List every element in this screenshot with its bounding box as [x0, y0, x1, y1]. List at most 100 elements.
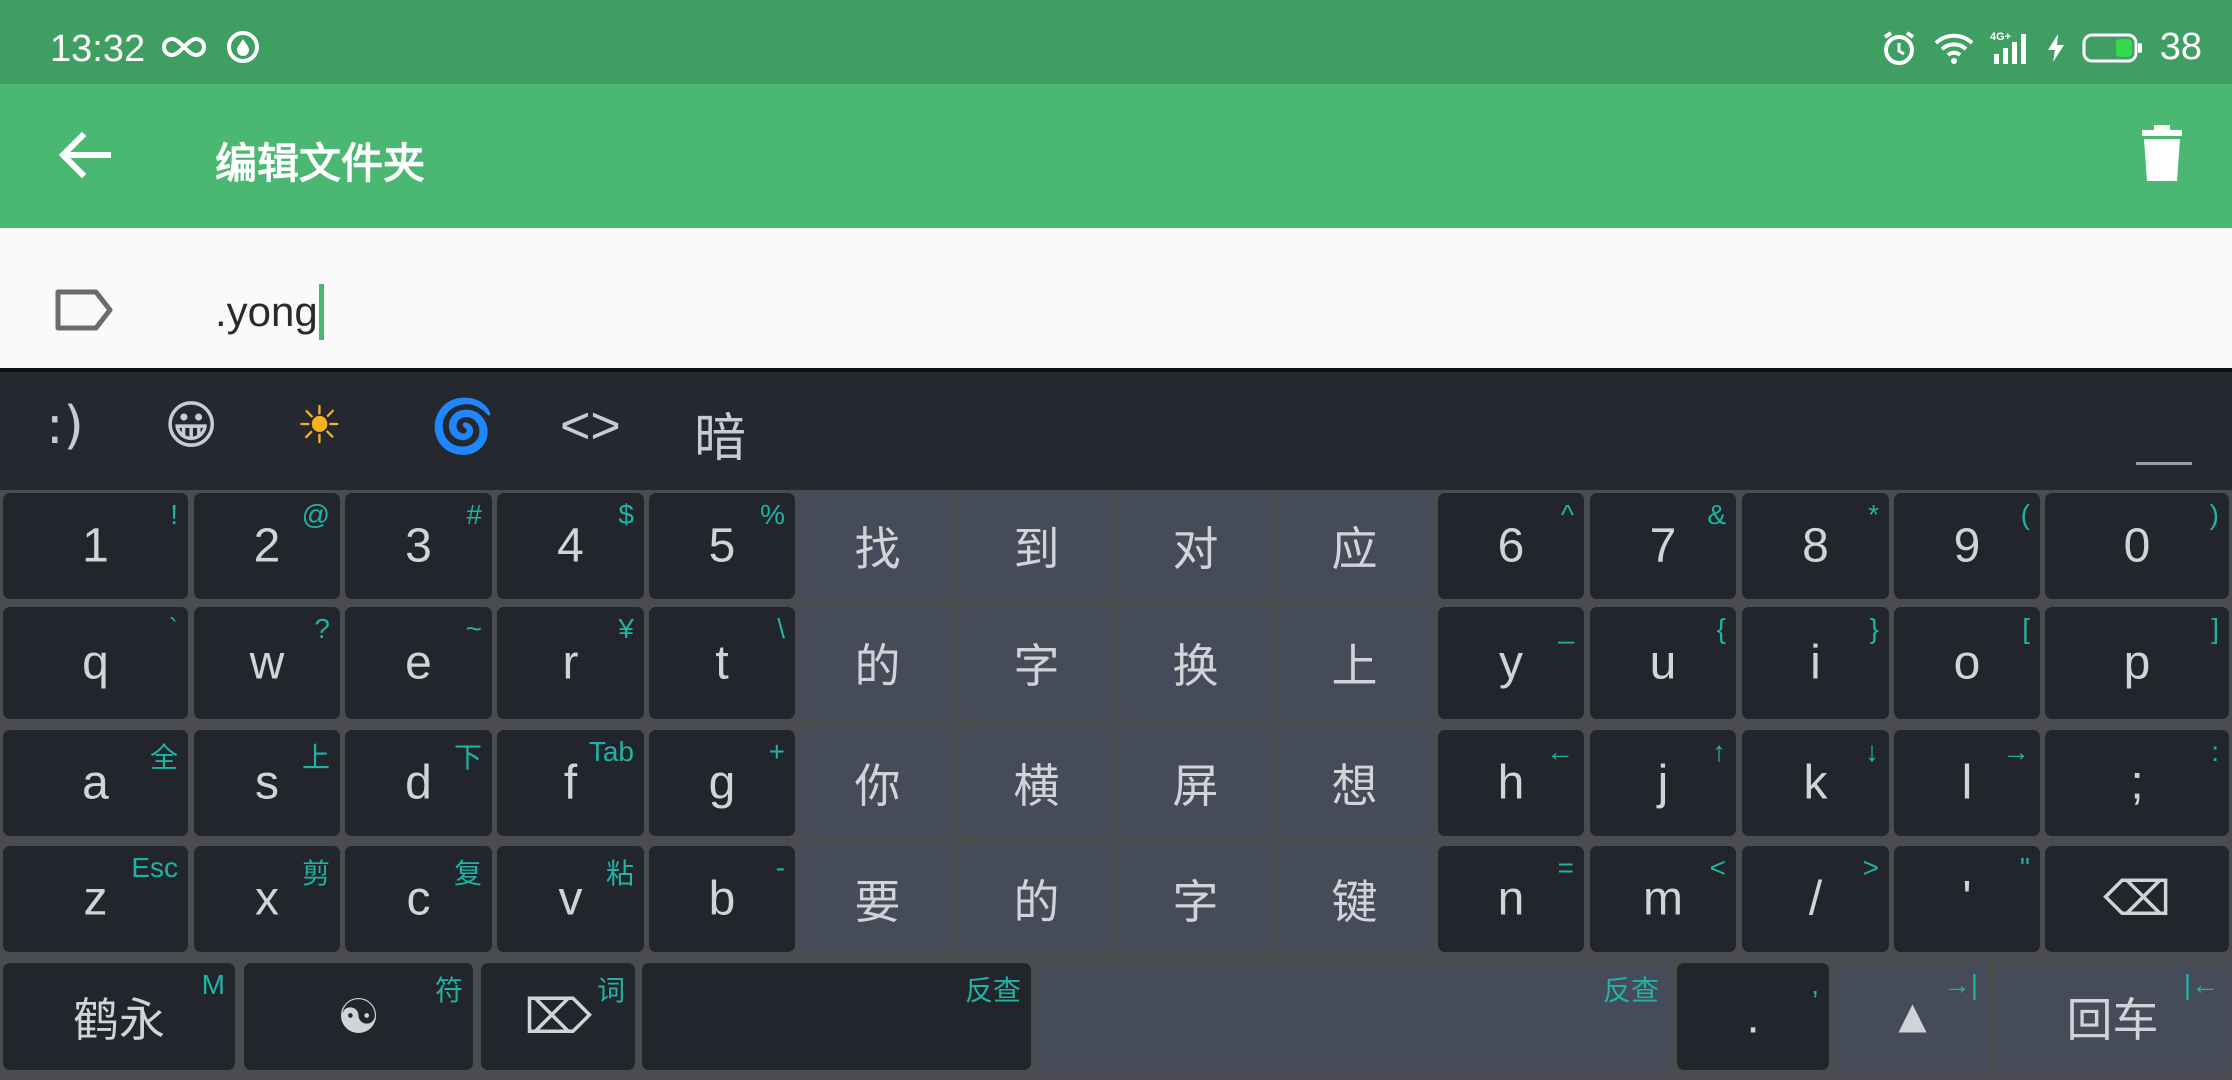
key-label: q [82, 636, 109, 690]
phrase-key-r4c1[interactable]: 要 [801, 846, 954, 952]
phrase-key-r2c1[interactable]: 的 [801, 607, 954, 719]
key-d[interactable]: d下 [345, 730, 492, 836]
svg-text:4G+: 4G+ [1990, 31, 2011, 43]
key-y[interactable]: y _ [1438, 607, 1584, 719]
key-f[interactable]: f Tab [497, 730, 644, 836]
key-k[interactable]: k ↓ [1742, 730, 1889, 836]
status-bar: 13:32 4G+ 38 [0, 0, 2232, 84]
wifi-icon [1934, 33, 1974, 64]
phrase-key-r3c1[interactable]: 你 [801, 730, 954, 836]
key-j[interactable]: j ↑ [1590, 730, 1736, 836]
candidate-grinning-emoji[interactable]: 😀 [164, 396, 218, 456]
key-hint: @ [301, 499, 330, 530]
delete-word-key[interactable]: ⌦ 词 [481, 963, 635, 1070]
key-4[interactable]: 4 $ [497, 493, 644, 599]
period-key[interactable]: ., [1677, 963, 1829, 1070]
battery-level: 38 [2159, 26, 2202, 68]
key-label: 的 [1013, 875, 1060, 929]
candidate-expand-handle[interactable] [2136, 462, 2192, 465]
key-label: 换 [1172, 639, 1219, 693]
phrase-key-r4c2[interactable]: 的 [960, 846, 1113, 952]
candidate-dark[interactable]: 暗 [694, 396, 746, 471]
key-a[interactable]: a全 [3, 730, 188, 836]
folder-name-row: .yong [0, 228, 2232, 368]
key-2[interactable]: 2 @ [194, 493, 340, 599]
key-hint: ↑ [1712, 736, 1726, 767]
alarm-icon [1883, 30, 1914, 65]
key-r4c12[interactable]: / > [1742, 846, 1889, 952]
key-7[interactable]: 7 & [1590, 493, 1736, 599]
key-r3c14[interactable]: ;: [2045, 730, 2229, 836]
key-b[interactable]: b- [649, 846, 795, 952]
key-hint: , [1811, 969, 1819, 1000]
key-8[interactable]: 8 * [1742, 493, 1889, 599]
phrase-key-r3c2[interactable]: 横 [960, 730, 1113, 836]
key-hint: ` [168, 613, 178, 644]
key-label: 的 [854, 639, 901, 693]
key-3[interactable]: 3 # [345, 493, 492, 599]
key-hint: ( [2020, 499, 2030, 530]
phrase-key-r4c3[interactable]: 字 [1119, 846, 1272, 952]
candidate-cyclone-emoji[interactable]: 🌀 [430, 396, 495, 457]
key-r4c13[interactable]: ' " [1894, 846, 2040, 952]
key-o[interactable]: o[ [1894, 607, 2040, 719]
key-u[interactable]: u{ [1590, 607, 1736, 719]
key-hint: ] [2211, 613, 2219, 644]
key-l[interactable]: l → [1894, 730, 2040, 836]
phrase-key-r2c2[interactable]: 字 [960, 607, 1113, 719]
trash-icon[interactable] [2132, 124, 2192, 184]
phrase-key-r4c4[interactable]: 键 [1278, 846, 1431, 952]
candidate-sun-emoji[interactable]: ☀ [296, 396, 343, 456]
key-p[interactable]: p] [2045, 607, 2229, 719]
phrase-key-r2c4[interactable]: 上 [1278, 607, 1431, 719]
symbol-key[interactable]: ☯ 符 [244, 963, 473, 1070]
phrase-key-r2c3[interactable]: 换 [1119, 607, 1272, 719]
phrase-key-r3c4[interactable]: 想 [1278, 730, 1431, 836]
layout-switch-key[interactable]: 鹤永 M [3, 963, 235, 1070]
key-e[interactable]: e ~ [345, 607, 492, 719]
key-c[interactable]: c复 [345, 846, 492, 952]
key-label: 你 [854, 759, 901, 813]
key-1[interactable]: 1! [3, 493, 188, 599]
phrase-key-r1c4[interactable]: 应 [1278, 493, 1431, 599]
phrase-key-r1c1[interactable]: 找 [801, 493, 954, 599]
key-n[interactable]: n = [1438, 846, 1584, 952]
key-g[interactable]: g + [649, 730, 795, 836]
key-v[interactable]: v粘 [497, 846, 644, 952]
phrase-key-r1c2[interactable]: 到 [960, 493, 1113, 599]
key-w[interactable]: w? [194, 607, 340, 719]
key-label: 想 [1331, 759, 1378, 813]
key-h[interactable]: h ← [1438, 730, 1584, 836]
key-hint: ~ [465, 613, 482, 644]
key-q[interactable]: q ` [3, 607, 188, 719]
back-arrow-icon[interactable] [50, 120, 120, 190]
phrase-key-r3c3[interactable]: 屏 [1119, 730, 1272, 836]
folder-name-input[interactable]: .yong [215, 284, 324, 340]
key-6[interactable]: 6 ^ [1438, 493, 1584, 599]
key-hint: * [1868, 499, 1879, 530]
shift-key[interactable]: ▲ →| [1837, 963, 1988, 1070]
key-m[interactable]: m < [1590, 846, 1736, 952]
key-hint: { [1716, 613, 1726, 644]
charging-icon [2047, 33, 2064, 62]
key-i[interactable]: i} [1742, 607, 1889, 719]
keyboard: 1! 2 @3 #4 $5% 找到对应 6 ^ 7 & 8 * 9(0) q ` w? e ~ r ¥ t \ 的字换上 y _… [0, 490, 2232, 1080]
candidate-angle-brackets[interactable]: <> [560, 396, 621, 456]
key-9[interactable]: 9( [1894, 493, 2040, 599]
key-r[interactable]: r ¥ [497, 607, 644, 719]
space-key-left[interactable]: 反查 [642, 963, 1031, 1070]
key-s[interactable]: s上 [194, 730, 340, 836]
backspace-key[interactable]: ⌫ [2045, 846, 2229, 952]
key-0[interactable]: 0) [2045, 493, 2229, 599]
phrase-key-r1c3[interactable]: 对 [1119, 493, 1272, 599]
key-t[interactable]: t \ [649, 607, 795, 719]
key-x[interactable]: x剪 [194, 846, 340, 952]
candidate-smiley-text[interactable]: :) [46, 396, 84, 456]
key-hint: Esc [131, 852, 178, 883]
space-key-right[interactable]: 反查 [1039, 963, 1669, 1070]
enter-key[interactable]: 回车 |← [1996, 963, 2229, 1070]
key-hint: ) [2209, 499, 2219, 530]
key-z[interactable]: z Esc [3, 846, 188, 952]
key-label: 鹤永 [73, 992, 165, 1047]
key-5[interactable]: 5% [649, 493, 795, 599]
